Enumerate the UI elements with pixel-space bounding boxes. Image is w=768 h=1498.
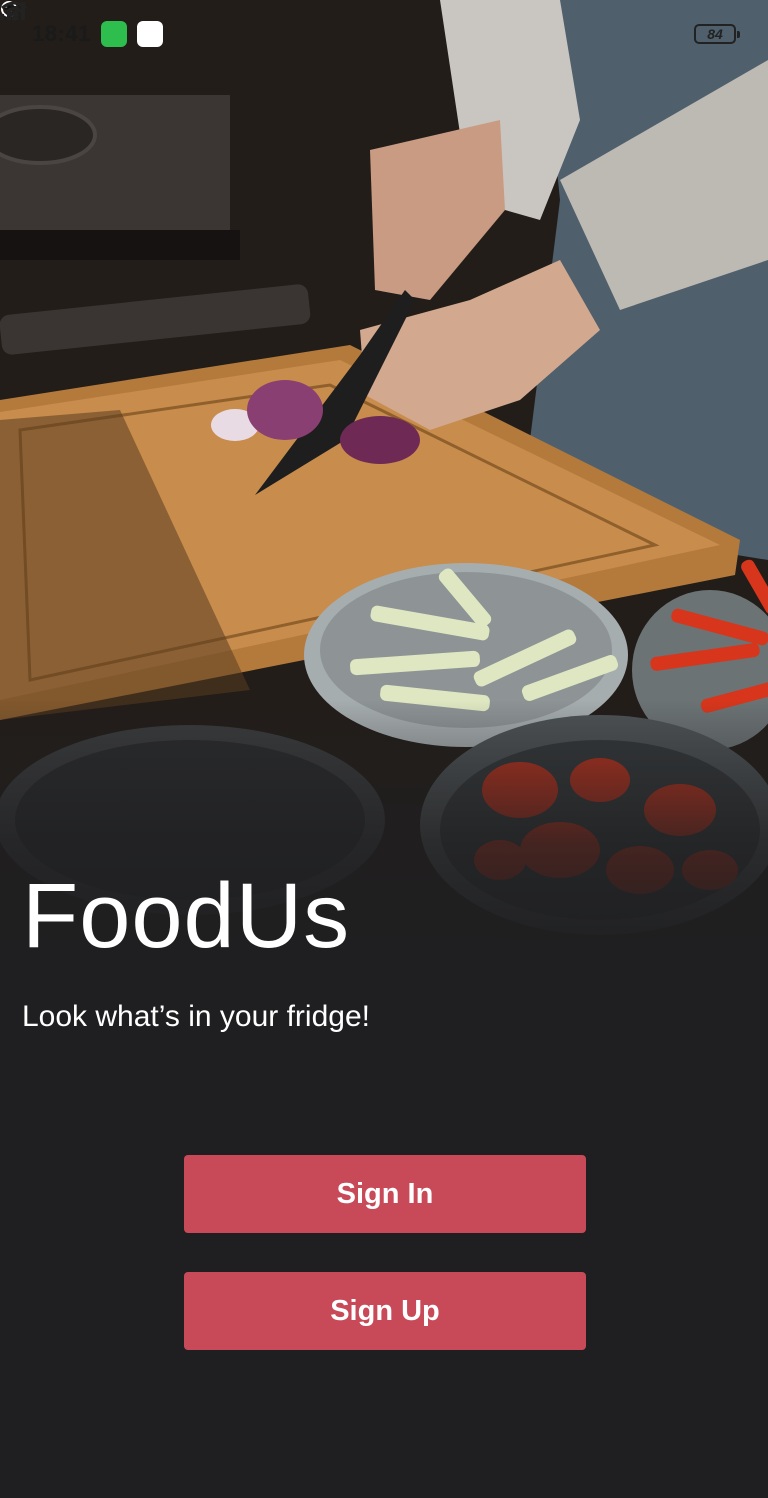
hero-image: 18:41 84 — [0, 0, 768, 960]
battery-level: 84 — [707, 26, 723, 42]
status-bar: 18:41 84 — [0, 0, 768, 68]
app-tagline: Look what’s in your fridge! — [22, 1000, 370, 1033]
app-wheel-icon — [3, 2, 163, 47]
status-right: 84 — [0, 1, 740, 44]
app-title: FoodUs — [22, 865, 351, 967]
status-time: 18:41 — [32, 21, 91, 46]
sign-in-button[interactable]: Sign In — [184, 1155, 586, 1233]
battery-icon: 84 — [694, 24, 740, 44]
whatsapp-icon — [1, 1, 127, 47]
status-left: 18:41 — [1, 1, 163, 47]
sign-up-button[interactable]: Sign Up — [184, 1272, 586, 1350]
